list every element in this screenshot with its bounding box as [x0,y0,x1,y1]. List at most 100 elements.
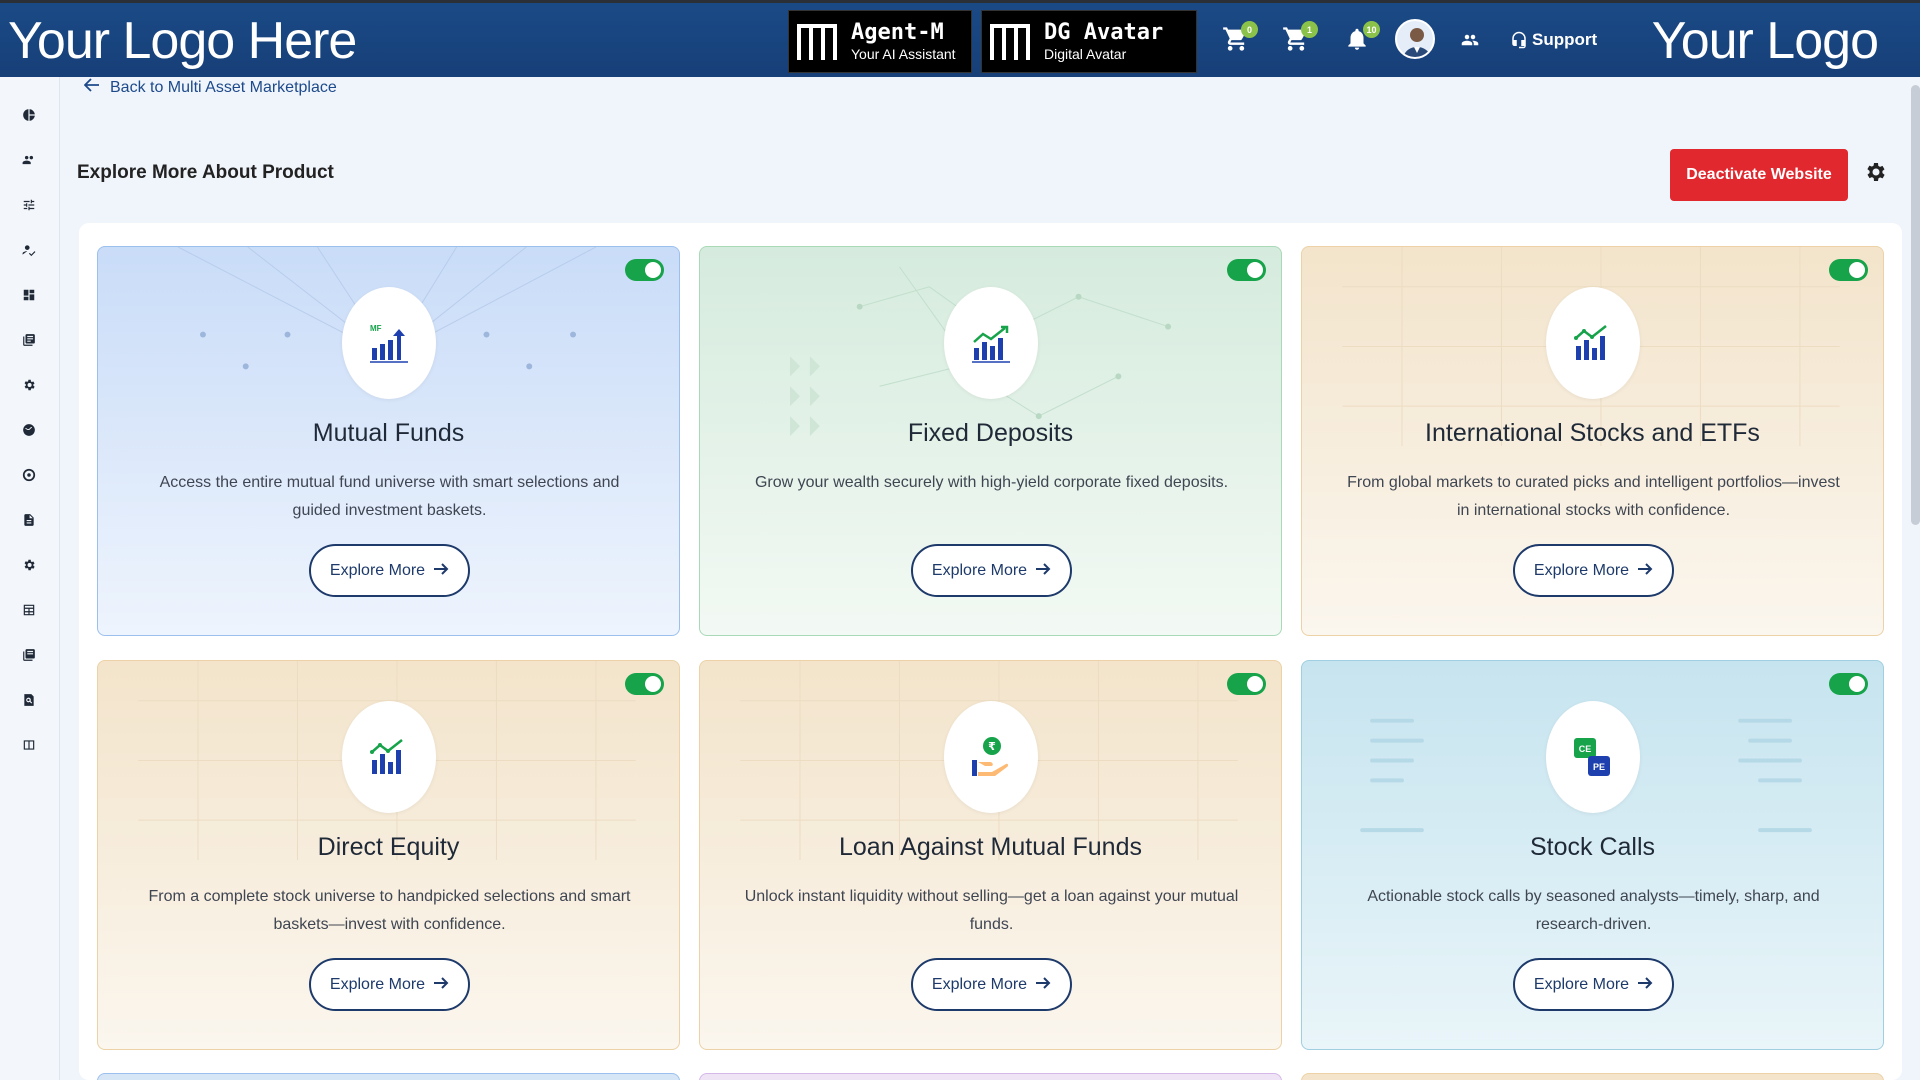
explore-more-label: Explore More [931,561,1028,579]
card-description: Actionable stock calls by seasoned analy… [1367,888,1820,933]
card-title: Mutual Funds [312,419,465,447]
notification-badge: 10 [1363,21,1380,38]
card-description: From a complete stock universe to handpi… [148,888,631,933]
card-description: Grow your wealth securely with high-yiel… [754,474,1229,491]
deactivate-website-button[interactable]: Deactivate Website [1670,149,1848,201]
stocks-chart-icon [1546,287,1640,399]
documents-icon[interactable] [20,331,38,349]
cart-badge: 0 [1241,21,1258,38]
explore-more-button[interactable]: Explore More [1513,958,1674,1011]
arrow-right-icon [1035,562,1051,580]
arrow-right-icon [1035,976,1051,994]
page-title: Explore More About Product [77,162,334,183]
explore-more-label: Explore More [1533,975,1630,993]
brand-logo-left[interactable]: Your Logo Here [8,11,357,71]
card-title: Loan Against Mutual Funds [839,833,1142,861]
ce-pe-icon: CE PE [1546,701,1640,813]
search-document-icon[interactable] [20,691,38,709]
pe-label: PE [1593,762,1605,772]
product-card-mutual-funds: MF Mutual Funds Access the entire mutual… [97,246,680,636]
dashboard-pie-icon[interactable] [20,106,38,124]
target-icon[interactable] [20,466,38,484]
file-icon[interactable] [20,511,38,529]
dg-avatar-title: DG Avatar [1044,19,1164,45]
dg-avatar-promo[interactable]: DG Avatar Digital Avatar [981,10,1197,73]
card-description: From global markets to curated picks and… [1347,474,1840,519]
explore-more-label: Explore More [1533,561,1630,579]
growth-chart-icon [944,287,1038,399]
agent-m-promo[interactable]: Agent-M Your AI Assistant [788,10,972,73]
arrow-right-icon [433,976,449,994]
widgets-icon[interactable] [20,286,38,304]
agent-m-title: Agent-M [851,19,944,45]
support-label: Support [1532,30,1598,49]
user-check-icon[interactable] [20,241,38,259]
card-description: Unlock instant liquidity without selling… [744,888,1239,933]
dg-avatar-subtitle: Digital Avatar [1044,45,1127,62]
midas-logo-icon [990,20,1034,64]
mutual-funds-chart-icon: MF [342,287,436,399]
arrow-right-icon [1637,562,1653,580]
card-title: Stock Calls [1529,833,1656,861]
product-card-direct-equity: Direct Equity From a complete stock univ… [97,660,680,1050]
explore-more-label: Explore More [329,975,426,993]
ce-label: CE [1579,744,1592,754]
product-card-fixed-deposits: Fixed Deposits Grow your wealth securely… [699,246,1282,636]
page-scrollbar[interactable] [1911,85,1920,525]
cart-icon[interactable]: 0 [1222,21,1258,55]
product-toggle[interactable] [1829,673,1868,695]
arrow-right-icon [1637,976,1653,994]
explore-more-button[interactable]: Explore More [911,958,1072,1011]
sidebar [0,77,60,1080]
card-description: Access the entire mutual fund universe w… [159,474,620,519]
product-card-partial [1301,1073,1884,1080]
user-avatar[interactable] [1395,19,1435,59]
rupee-symbol: ₹ [988,740,996,753]
back-to-marketplace-link[interactable]: Back to Multi Asset Marketplace [83,78,337,97]
table-icon[interactable] [20,601,38,619]
globe-icon[interactable] [20,421,38,439]
sliders-icon[interactable] [20,196,38,214]
support-link[interactable]: Support [1510,30,1597,50]
bell-icon[interactable]: 10 [1344,21,1380,55]
reports-icon[interactable] [20,646,38,664]
top-bar: Your Logo Here Agent-M Your AI Assistant… [0,0,1920,77]
explore-more-button[interactable]: Explore More [309,958,470,1011]
mf-label: MF [370,324,382,333]
rupee-hand-icon: ₹ [944,701,1038,813]
explore-more-button[interactable]: Explore More [309,544,470,597]
headset-icon [1512,31,1526,49]
explore-more-label: Explore More [931,975,1028,993]
product-toggle[interactable] [1227,673,1266,695]
card-title: International Stocks and ETFs [1425,419,1760,447]
explore-more-label: Explore More [329,561,426,579]
arrow-right-icon [433,562,449,580]
cog-icon[interactable] [20,556,38,574]
cart-icon-secondary[interactable]: 1 [1282,21,1318,55]
settings-gear-icon[interactable] [1863,160,1889,186]
product-card-international-stocks: International Stocks and ETFs From globa… [1301,246,1884,636]
agent-m-subtitle: Your AI Assistant [851,45,956,62]
product-toggle[interactable] [1227,259,1266,281]
users-icon[interactable] [1460,31,1490,61]
back-link-label: Back to Multi Asset Marketplace [110,78,337,96]
card-title: Fixed Deposits [907,419,1074,447]
cart-badge-secondary: 1 [1301,21,1318,38]
brand-logo-right[interactable]: Your Logo [1652,11,1879,71]
midas-logo-icon [797,20,841,64]
card-title: Direct Equity [317,833,460,861]
clients-icon[interactable] [20,151,38,169]
arrow-left-icon [83,78,100,97]
settings-icon[interactable] [20,376,38,394]
explore-more-button[interactable]: Explore More [911,544,1072,597]
product-toggle[interactable] [625,673,664,695]
product-card-partial [97,1073,680,1080]
product-toggle[interactable] [625,259,664,281]
book-icon[interactable] [20,736,38,754]
equity-chart-icon [342,701,436,813]
explore-more-button[interactable]: Explore More [1513,544,1674,597]
product-toggle[interactable] [1829,259,1868,281]
product-card-partial [699,1073,1282,1080]
product-card-stock-calls: CE PE Stock Calls Actionable stock calls… [1301,660,1884,1050]
product-card-loan-against-mf: ₹ Loan Against Mutual Funds Unlock insta… [699,660,1282,1050]
